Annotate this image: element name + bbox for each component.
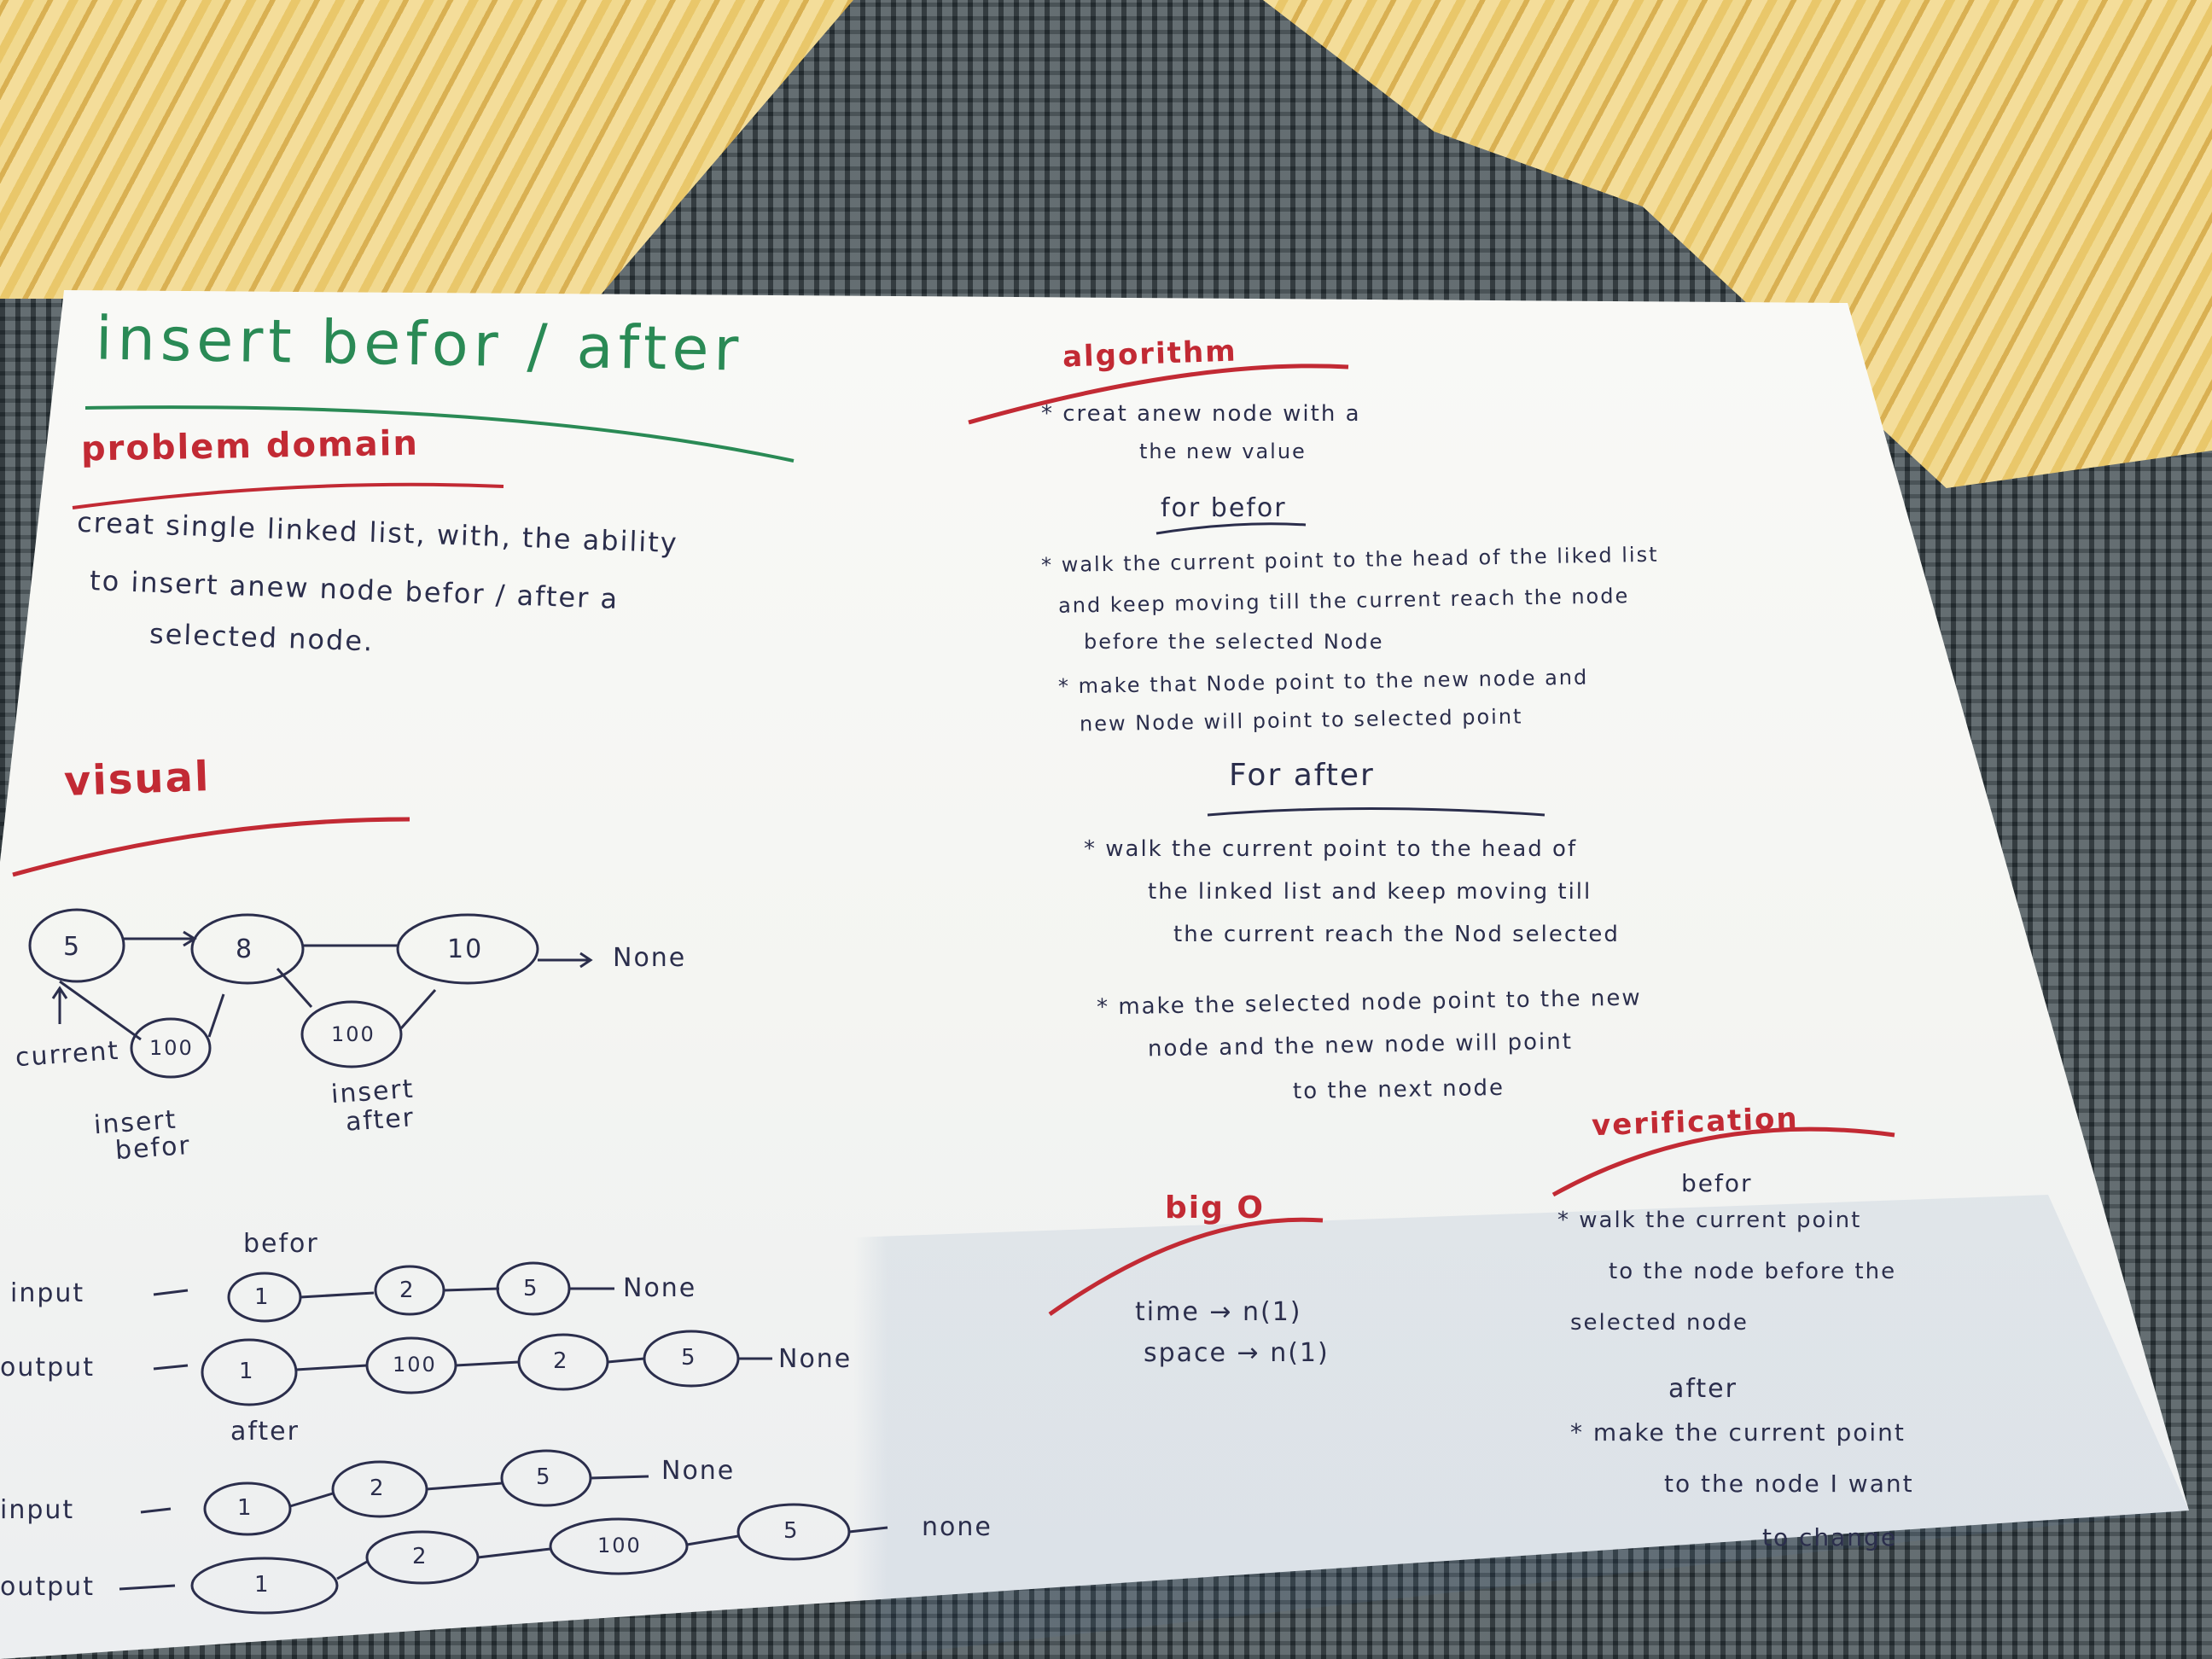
diagram-none-label: None bbox=[613, 943, 687, 973]
ex-befor-out-100-label: 100 bbox=[393, 1353, 437, 1377]
node-label-8: 8 bbox=[236, 934, 254, 964]
algorithm-heading: algorithm bbox=[1062, 334, 1238, 375]
example-befor-output-label: output bbox=[0, 1353, 95, 1382]
insert-after-label-2: after bbox=[344, 1103, 416, 1138]
ex-befor-out-1-label: 1 bbox=[239, 1359, 255, 1384]
ex-after-in-2-label: 2 bbox=[370, 1476, 386, 1501]
handwritten-diagram bbox=[12, 364, 1895, 1615]
for-after-heading: For after bbox=[1229, 758, 1375, 793]
ex-befor-out-2-label: 2 bbox=[553, 1348, 569, 1374]
verification-befor-line-2: to the node before the bbox=[1609, 1259, 1897, 1284]
verification-after-line-1: * make the current point bbox=[1570, 1418, 1906, 1447]
ex-after-out-1-label: 1 bbox=[254, 1572, 271, 1598]
verification-befor-label: befor bbox=[1681, 1169, 1753, 1197]
verification-befor-line-3: selected node bbox=[1570, 1310, 1749, 1336]
ex-befor-in-5-label: 5 bbox=[523, 1276, 539, 1301]
ex-befor-in-2-label: 2 bbox=[399, 1278, 416, 1303]
example-after-output-label: output bbox=[0, 1572, 95, 1602]
ex-after-in-none: None bbox=[661, 1456, 736, 1486]
after-line-2: the linked list and keep moving till bbox=[1148, 879, 1592, 905]
insert-befor-label-2: befor bbox=[114, 1130, 192, 1167]
example-after-input-label: input bbox=[0, 1495, 75, 1525]
verification-heading: verification bbox=[1591, 1101, 1800, 1144]
ex-after-out-2-label: 2 bbox=[412, 1544, 428, 1569]
ex-after-out-100-label: 100 bbox=[597, 1534, 642, 1557]
example-befor-input-label: input bbox=[10, 1278, 85, 1308]
big-o-time: time → n(1) bbox=[1135, 1297, 1302, 1327]
node-label-10: 10 bbox=[447, 934, 484, 964]
befor-line-3: before the selected Node bbox=[1084, 630, 1384, 654]
big-o-space: space → n(1) bbox=[1144, 1338, 1330, 1368]
algorithm-line-2: the new value bbox=[1139, 439, 1307, 463]
verification-after-line-3: to change bbox=[1762, 1523, 1898, 1551]
algorithm-line-1: * creat anew node with a bbox=[1041, 401, 1361, 427]
example-befor-label: befor bbox=[243, 1229, 319, 1259]
big-o-heading: big O bbox=[1165, 1190, 1266, 1225]
verification-befor-line-1: * walk the current point bbox=[1557, 1208, 1862, 1233]
node-label-5: 5 bbox=[63, 932, 82, 962]
after-line-3: the current reach the Nod selected bbox=[1173, 922, 1620, 947]
ex-after-in-5-label: 5 bbox=[536, 1464, 552, 1490]
ex-befor-in-1-label: 1 bbox=[254, 1284, 271, 1310]
ex-befor-out-5-label: 5 bbox=[681, 1345, 697, 1371]
ex-after-in-1-label: 1 bbox=[237, 1495, 253, 1521]
node-label-100-after: 100 bbox=[331, 1022, 375, 1046]
ex-after-out-5-label: 5 bbox=[783, 1518, 800, 1544]
node-label-100-befor: 100 bbox=[149, 1036, 194, 1060]
for-befor-heading: for befor bbox=[1161, 493, 1287, 523]
verification-after-label: after bbox=[1668, 1374, 1738, 1404]
after-line-1: * walk the current point to the head of bbox=[1084, 836, 1578, 862]
ex-after-out-none: none bbox=[922, 1512, 992, 1542]
after-line-6: to the next node bbox=[1292, 1074, 1505, 1105]
ex-befor-out-none: None bbox=[778, 1344, 853, 1374]
verification-after-line-2: to the node I want bbox=[1664, 1470, 1914, 1498]
ex-befor-in-none: None bbox=[623, 1273, 697, 1303]
example-after-label: after bbox=[230, 1417, 300, 1447]
